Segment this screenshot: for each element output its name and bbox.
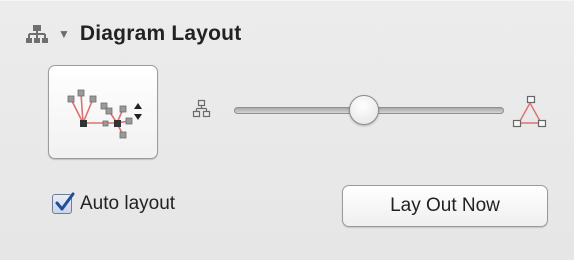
panel-header[interactable]: ▼ Diagram Layout [26,19,241,49]
auto-layout-label[interactable]: Auto layout [80,193,175,215]
panel-title: Diagram Layout [79,22,242,45]
auto-layout-checkbox[interactable] [52,192,75,214]
layout-style-button[interactable] [48,65,158,159]
popup-arrows-icon [134,103,142,120]
lay-out-now-button[interactable]: Lay Out Now [342,185,548,227]
expanded-spacing-icon [512,95,547,128]
spacing-slider-thumb[interactable] [348,95,379,125]
tree-layout-icon [67,89,142,139]
auto-layout-option[interactable]: Auto layout [52,192,175,215]
checkmark-icon [55,192,75,211]
diagram-layout-panel: ▼ Diagram Layout Auto layout Lay Out Now [0,0,574,260]
triangle-down-icon[interactable]: ▼ [58,28,70,40]
diagram-layout-icon [26,25,48,43]
compact-spacing-icon [192,99,211,118]
